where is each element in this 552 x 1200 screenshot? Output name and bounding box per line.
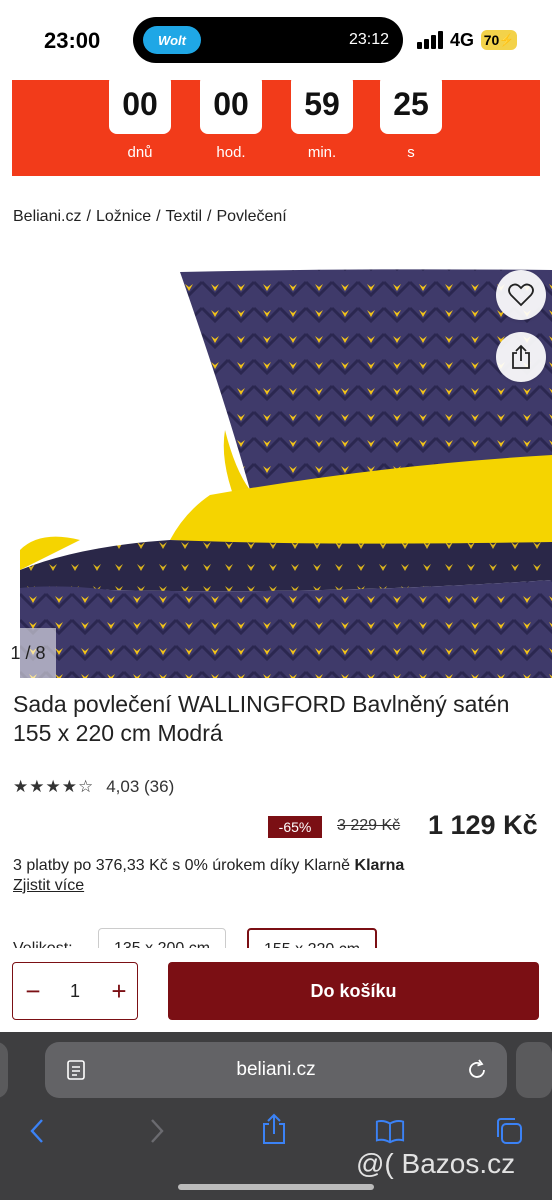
bookmarks-icon[interactable] (375, 1116, 405, 1146)
signal-icon (417, 31, 445, 49)
sale-countdown-banner[interactable]: 00 dnů 00 hod. 59 min. 25 s (12, 74, 540, 176)
discount-badge: -65% (268, 816, 322, 838)
countdown-minutes: 59 min. (291, 74, 353, 161)
product-title: Sada povlečení WALLINGFORD Bavlněný saté… (13, 691, 510, 746)
sticky-buy-bar: − 1 + Do košíku (0, 948, 552, 1032)
countdown-days: 00 dnů (109, 74, 171, 161)
breadcrumb-povleceni[interactable]: Povlečení (216, 208, 286, 225)
quantity-value[interactable]: 1 (53, 963, 97, 1019)
breadcrumb-loznice[interactable]: Ložnice (96, 208, 151, 225)
network-type: 4G (450, 30, 475, 50)
rating-text: 4,03 (36) (106, 777, 175, 796)
page: 23:00 Wolt 23:12 4G 70 ⚡ 00 dnů 00 hod. … (0, 0, 552, 1200)
share-sheet-icon[interactable] (259, 1113, 289, 1144)
forward-icon[interactable] (142, 1116, 172, 1146)
breadcrumb-home[interactable]: Beliani.cz (13, 208, 81, 225)
share-button[interactable] (496, 332, 546, 382)
share-icon (512, 344, 530, 369)
quantity-stepper: − 1 + (12, 962, 138, 1020)
breadcrumb-textil[interactable]: Textil (166, 208, 202, 225)
current-price: 1 129 Kč (428, 810, 538, 840)
klarna-installments: 3 platby po 376,33 Kč s 0% úrokem díky K… (13, 857, 405, 874)
product-image-gallery[interactable] (20, 250, 552, 678)
home-indicator[interactable] (178, 1184, 374, 1190)
quantity-increase-button[interactable]: + (99, 963, 139, 1019)
status-time: 23:00 (44, 28, 101, 53)
address-bar[interactable]: beliani.cz (45, 1042, 507, 1098)
status-bar: 23:00 Wolt 23:12 4G 70 ⚡ (0, 0, 552, 80)
gallery-counter: 1 / 8 (0, 628, 56, 678)
island-timer: 23:12 (348, 31, 389, 48)
old-price: 3 229 Kč (337, 817, 401, 834)
breadcrumb: Beliani.cz / Ložnice / Textil / Povlečení (13, 208, 287, 225)
dynamic-island[interactable]: Wolt 23:12 (133, 17, 403, 63)
bazos-watermark: @( Bazos.cz (356, 1148, 516, 1179)
back-icon[interactable] (22, 1116, 52, 1146)
klarna-more-link[interactable]: Zjistit více (13, 877, 84, 895)
wishlist-button[interactable] (496, 270, 546, 320)
rating-stars-icon: ★★★★☆ (13, 777, 95, 796)
countdown-seconds: 25 s (380, 74, 442, 161)
reload-icon[interactable] (465, 1058, 489, 1082)
next-tab-peek[interactable] (516, 1042, 552, 1098)
heart-icon (508, 283, 534, 307)
tabs-icon[interactable] (494, 1116, 524, 1146)
battery-level: 70 (483, 32, 500, 48)
product-rating[interactable]: ★★★★☆ 4,03 (36) (13, 777, 174, 797)
klarna-brand: Klarna (354, 857, 405, 874)
quantity-decrease-button[interactable]: − (13, 963, 53, 1019)
countdown-hours: 00 hod. (200, 74, 262, 161)
add-to-cart-button[interactable]: Do košíku (168, 962, 539, 1020)
wolt-app-badge: Wolt (143, 26, 201, 54)
previous-tab-peek[interactable] (0, 1042, 8, 1098)
product-photo (20, 269, 552, 678)
battery-icon: 70 ⚡ (481, 30, 517, 50)
url-text: beliani.cz (236, 1059, 316, 1080)
